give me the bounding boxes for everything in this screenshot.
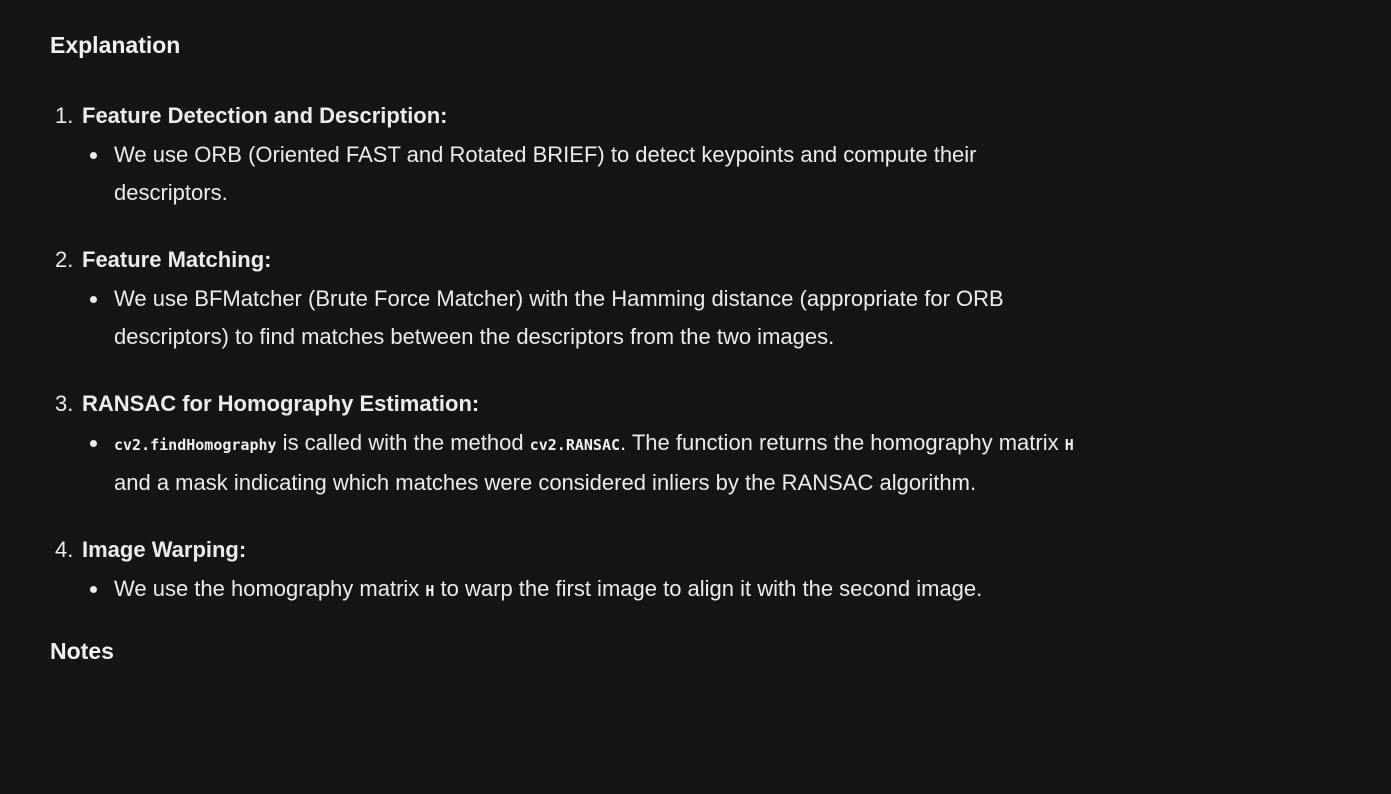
step-point: We use BFMatcher (Brute Force Matcher) w… xyxy=(82,280,1095,356)
step-title: Feature Matching: xyxy=(82,247,272,272)
notes-heading: Notes xyxy=(50,638,114,664)
inline-code: cv2.RANSAC xyxy=(529,436,621,454)
bullet-icon xyxy=(90,586,97,593)
bullet-icon xyxy=(90,296,97,303)
step-points: We use the homography matrix H to warp t… xyxy=(82,570,1095,610)
step-point-text: We use ORB (Oriented FAST and Rotated BR… xyxy=(114,142,977,205)
step-point-text: We use the homography matrix xyxy=(114,576,426,601)
step-number: 3. xyxy=(55,391,74,416)
step-item: 3. RANSAC for Homography Estimation: cv2… xyxy=(50,386,1095,502)
step-point-text: and a mask indicating which matches were… xyxy=(114,470,977,495)
bullet-icon xyxy=(90,440,97,447)
step-point: cv2.findHomography is called with the me… xyxy=(82,424,1095,502)
step-item: 2. Feature Matching: We use BFMatcher (B… xyxy=(50,242,1095,356)
step-points: We use ORB (Oriented FAST and Rotated BR… xyxy=(82,136,1095,212)
step-title: Image Warping: xyxy=(82,537,247,562)
step-point-text: to warp the first image to align it with… xyxy=(434,576,983,601)
bullet-icon xyxy=(90,152,97,159)
steps-list: 1. Feature Detection and Description: We… xyxy=(50,98,1095,610)
step-point: We use ORB (Oriented FAST and Rotated BR… xyxy=(82,136,1095,212)
step-title: RANSAC for Homography Estimation: xyxy=(82,391,480,416)
step-point-text: . The function returns the homography ma… xyxy=(620,430,1065,455)
step-points: We use BFMatcher (Brute Force Matcher) w… xyxy=(82,280,1095,356)
step-item: 4. Image Warping: We use the homography … xyxy=(50,532,1095,610)
inline-code: cv2.findHomography xyxy=(114,436,277,454)
step-points: cv2.findHomography is called with the me… xyxy=(82,424,1095,502)
step-number: 2. xyxy=(55,247,74,272)
step-item: 1. Feature Detection and Description: We… xyxy=(50,98,1095,212)
step-title: Feature Detection and Description: xyxy=(82,103,448,128)
step-number: 4. xyxy=(55,537,74,562)
step-point-text: We use BFMatcher (Brute Force Matcher) w… xyxy=(114,286,1004,349)
inline-code: H xyxy=(1064,436,1074,454)
step-point-text: is called with the method xyxy=(276,430,530,455)
step-number: 1. xyxy=(55,103,74,128)
step-point: We use the homography matrix H to warp t… xyxy=(82,570,1095,610)
response-content: Explanation 1. Feature Detection and Des… xyxy=(50,28,1095,668)
explanation-heading: Explanation xyxy=(50,32,181,58)
